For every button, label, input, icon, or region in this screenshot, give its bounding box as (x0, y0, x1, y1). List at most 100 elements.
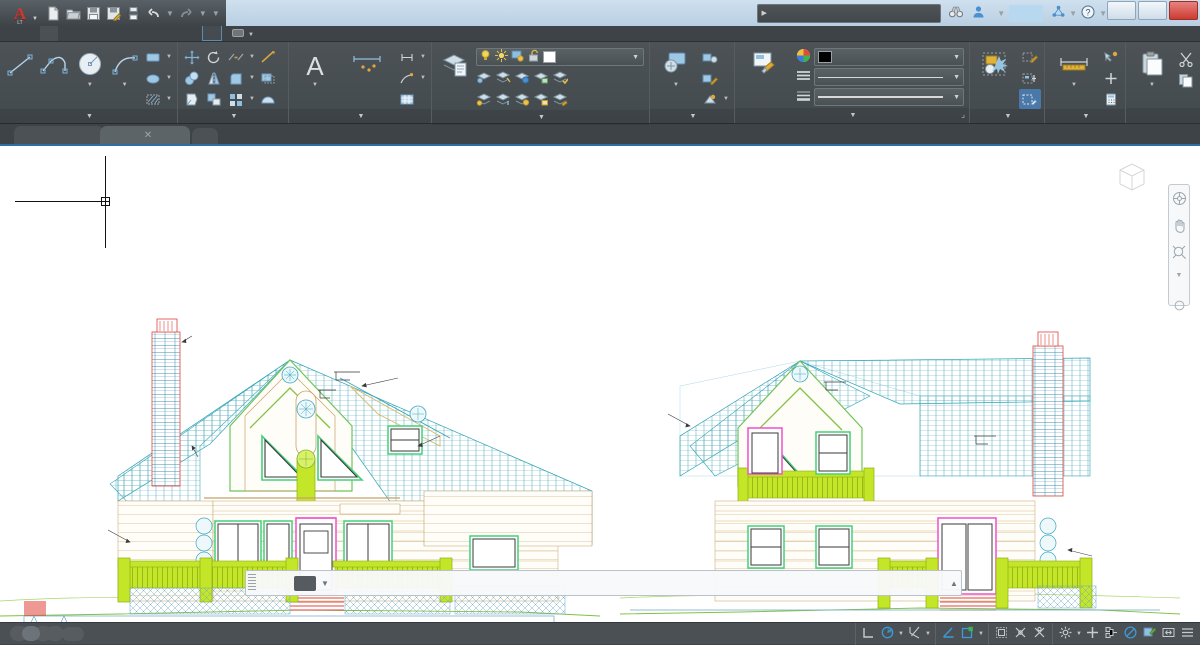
ribbon-tab-a360[interactable] (184, 25, 202, 41)
tool-calculator[interactable] (1100, 89, 1122, 109)
annotation-visibility-icon[interactable] (958, 626, 977, 642)
trim-dropdown-icon[interactable]: ▼ (247, 54, 257, 60)
tool-move[interactable] (181, 47, 203, 67)
panel-title-groups[interactable]: ▼ (970, 109, 1044, 124)
ribbon-tab-addins[interactable] (166, 25, 184, 41)
linetype-icon[interactable] (796, 68, 811, 86)
clean-screen-icon[interactable] (1121, 626, 1140, 642)
ribbon-tab-home[interactable] (40, 25, 58, 41)
fullscreen-icon[interactable] (1159, 626, 1178, 642)
panel-expand-icon[interactable]: ▼ (86, 113, 93, 120)
qat-customize-icon[interactable]: ▼ (212, 9, 220, 18)
command-scroll-icon[interactable]: ▲ (947, 579, 961, 588)
ribbon-workspace-control[interactable]: ▼ (232, 28, 254, 41)
minimize-button[interactable] (1107, 1, 1136, 20)
nav-more-icon[interactable]: ▼ (1176, 272, 1183, 279)
tool-group[interactable] (973, 45, 1019, 82)
panel-title-utilities[interactable]: ▼ (1045, 109, 1125, 124)
document-tab-mountview[interactable]: ✕ (100, 126, 190, 144)
ribbon-tab-manage[interactable] (130, 25, 148, 41)
tool-dimension[interactable] (338, 45, 396, 82)
tool-table[interactable] (396, 89, 428, 109)
fillet-dropdown-icon[interactable]: ▼ (247, 75, 257, 81)
panel-expand-icon[interactable]: ▼ (1005, 113, 1012, 120)
tool-circle-dropdown-icon[interactable]: ▼ (87, 82, 93, 88)
lineweight-icon[interactable] (796, 88, 811, 106)
tool-edit-block[interactable] (699, 68, 731, 88)
panel-expand-icon[interactable]: ▼ (538, 114, 545, 121)
new-document-tab-button[interactable] (192, 128, 218, 144)
tool-insert-block[interactable]: ▼ (653, 45, 699, 88)
object-color-combo[interactable]: ▼ (814, 48, 964, 66)
save-icon[interactable] (86, 6, 101, 21)
command-prompt-icon[interactable] (294, 576, 316, 591)
layer-unlock-all-icon[interactable] (533, 92, 549, 109)
layer-isolate-icon[interactable] (476, 70, 492, 87)
tool-line[interactable] (3, 45, 38, 82)
ribbon-tab-insert[interactable] (58, 25, 76, 41)
ribbon-tab-view[interactable] (112, 25, 130, 41)
tool-group-selection-on[interactable] (1019, 89, 1041, 109)
new-layout-button[interactable] (62, 627, 84, 641)
viewport-scale-icon[interactable] (992, 626, 1011, 642)
array-dropdown-icon[interactable]: ▼ (247, 96, 257, 102)
ortho-icon[interactable] (859, 626, 878, 642)
command-history-icon[interactable]: ▼ (318, 579, 332, 588)
ribbon-tab-output[interactable] (148, 25, 166, 41)
tool-ungroup[interactable] (1019, 47, 1041, 67)
plot-icon[interactable] (126, 6, 141, 21)
workspace-icon[interactable] (232, 28, 244, 41)
panel-title-annotation[interactable]: ▼ (289, 109, 431, 124)
tool-stretch[interactable] (181, 89, 203, 109)
tool-polyline[interactable] (38, 45, 73, 82)
ribbon-tab-layout[interactable] (202, 25, 222, 41)
search-expand-icon[interactable]: ▶ (758, 9, 770, 17)
object-lineweight-combo[interactable]: ▼ (814, 88, 964, 106)
tool-circle[interactable]: ▼ (73, 45, 108, 88)
rectangle-dropdown-icon[interactable]: ▼ (164, 54, 174, 60)
linear-dropdown-icon[interactable]: ▼ (418, 54, 428, 60)
tool-group-edit[interactable] (1019, 68, 1041, 88)
tool-text[interactable]: A ▼ (292, 45, 338, 88)
viewport-unlock-icon[interactable] (1030, 626, 1049, 642)
layer-freeze-vp-icon[interactable] (511, 49, 524, 65)
layer-merge-icon[interactable] (495, 92, 511, 109)
nav-settings-icon[interactable] (1174, 300, 1185, 314)
layer-thaw-icon[interactable] (495, 49, 508, 65)
tool-arc[interactable]: ▼ (107, 45, 142, 88)
tool-explode[interactable] (257, 47, 279, 67)
hardware-accel-icon[interactable] (1102, 626, 1121, 642)
user-menu-chevron-icon[interactable]: ▼ (997, 9, 1005, 18)
lineweight-combo-chevron-icon[interactable]: ▼ (953, 94, 960, 101)
tool-rotate[interactable] (203, 47, 225, 67)
viewport-lock-icon[interactable] (1011, 626, 1030, 642)
tool-create-block[interactable] (699, 47, 731, 67)
tool-arc-dropdown-icon[interactable]: ▼ (122, 82, 128, 88)
tool-quick-select[interactable] (1100, 47, 1122, 67)
undo-icon[interactable] (146, 6, 161, 21)
color-combo-chevron-icon[interactable]: ▼ (953, 54, 960, 61)
tool-copy[interactable] (181, 68, 203, 88)
tool-leader[interactable]: ▼ (396, 68, 428, 88)
layer-lock-icon[interactable] (533, 70, 549, 87)
command-line-grip[interactable] (248, 574, 256, 592)
annotation-dropdown-icon[interactable]: ▼ (977, 631, 985, 637)
application-menu-button[interactable]: A LT ▼ (0, 0, 40, 26)
steering-wheel-icon[interactable] (1172, 191, 1187, 209)
polar-dropdown-icon[interactable]: ▼ (897, 631, 905, 637)
navigation-bar[interactable]: ▼ (1168, 184, 1190, 306)
tool-block-attribute[interactable]: ▼ (699, 89, 731, 109)
close-icon[interactable]: ✕ (144, 130, 152, 141)
redo-dropdown-icon[interactable]: ▼ (199, 9, 207, 18)
make-current-icon[interactable] (552, 70, 568, 87)
tool-break[interactable] (257, 89, 279, 109)
osnap-icon[interactable] (905, 626, 924, 642)
ribbon-tab-parametric[interactable] (94, 25, 112, 41)
leader-dropdown-icon[interactable]: ▼ (418, 75, 428, 81)
close-button[interactable] (1169, 1, 1198, 20)
tool-copy-clip[interactable] (1175, 70, 1197, 90)
tool-cut[interactable] (1175, 49, 1197, 69)
tool-mirror[interactable] (203, 68, 225, 88)
layer-unlock-icon[interactable] (527, 49, 540, 65)
linetype-combo-chevron-icon[interactable]: ▼ (953, 74, 960, 81)
